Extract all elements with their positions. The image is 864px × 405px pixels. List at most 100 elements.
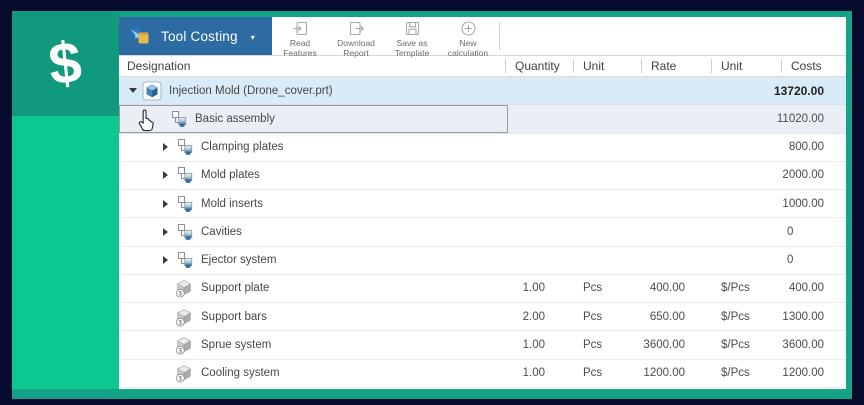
table-row[interactable]: Mold plates 2000.00 bbox=[119, 161, 846, 191]
row-label: Mold inserts bbox=[201, 197, 263, 210]
expand-arrow-icon[interactable] bbox=[157, 143, 173, 152]
dollar-symbol: $ bbox=[45, 28, 85, 98]
rate-unit-cell bbox=[711, 247, 781, 274]
component-icon: $ bbox=[173, 335, 195, 355]
rate-unit-cell: $/Pcs bbox=[721, 367, 750, 380]
unit-cell bbox=[573, 190, 641, 217]
expand-arrow-icon[interactable] bbox=[157, 227, 173, 236]
download-report-button[interactable]: Download Report bbox=[328, 17, 384, 58]
row-label: Basic assembly bbox=[195, 112, 275, 125]
assembly-icon bbox=[173, 223, 195, 241]
table-row[interactable]: Cavities 0 bbox=[119, 218, 846, 247]
row-label: Cooling system bbox=[201, 367, 280, 380]
rate-unit-cell bbox=[711, 105, 781, 132]
costs-cell: 13720.00 bbox=[773, 83, 824, 98]
expand-arrow-icon[interactable] bbox=[157, 199, 173, 208]
column-header-rate-unit: Unit bbox=[711, 56, 781, 76]
quantity-cell bbox=[505, 190, 573, 217]
costs-cell: 400.00 bbox=[788, 282, 824, 295]
table-row[interactable]: Mold inserts 1000.00 bbox=[119, 190, 846, 219]
table-row[interactable]: Clamping plates 800.00 bbox=[119, 133, 846, 162]
row-label: Mold plates bbox=[201, 169, 260, 182]
table-row[interactable]: Ejector system 0 bbox=[119, 246, 846, 275]
rate-unit-cell bbox=[711, 134, 781, 161]
rate-cell bbox=[641, 190, 711, 217]
designation-cell: Basic assembly bbox=[119, 105, 505, 132]
column-header-rate: Rate bbox=[641, 56, 711, 76]
new-calculation-icon bbox=[460, 20, 477, 37]
rate-cell: 400.00 bbox=[649, 282, 685, 295]
designation-cell: Mold plates bbox=[119, 162, 505, 189]
rate-cell: 1200.00 bbox=[643, 367, 685, 380]
rate-unit-cell: $/Pcs bbox=[721, 310, 750, 323]
row-label: Sprue system bbox=[201, 339, 272, 352]
quantity-cell bbox=[505, 77, 573, 104]
row-label: Ejector system bbox=[201, 254, 277, 267]
quantity-cell: 1.00 bbox=[522, 339, 545, 352]
unit-cell: Pcs bbox=[583, 367, 603, 380]
costs-cell: 800.00 bbox=[788, 141, 824, 154]
costs-cell: 1200.00 bbox=[782, 367, 824, 380]
app-title: Tool Costing bbox=[161, 28, 238, 44]
table-row[interactable]: $ Support bars 2.00 Pcs 650.00 $/Pcs 1300.00 bbox=[119, 303, 846, 332]
rate-cell: 650.00 bbox=[649, 310, 685, 323]
hand-cursor-icon bbox=[135, 106, 159, 132]
read-features-button[interactable]: Read Features bbox=[272, 17, 328, 58]
component-icon: $ bbox=[173, 363, 195, 383]
collapse-arrow-icon[interactable] bbox=[125, 88, 141, 94]
rate-cell bbox=[641, 77, 711, 104]
unit-cell bbox=[573, 134, 641, 161]
tool-costing-menu-button[interactable]: Tool Costing ▾ bbox=[119, 17, 272, 55]
unit-cell: Pcs bbox=[583, 339, 603, 352]
quantity-cell: 1.00 bbox=[522, 282, 545, 295]
component-icon: $ bbox=[173, 307, 195, 327]
costs-cell: 0 bbox=[787, 225, 794, 238]
rate-cell bbox=[641, 247, 711, 274]
designation-cell: $ Support plate bbox=[119, 275, 505, 302]
row-label: Cavities bbox=[201, 225, 242, 238]
costs-cell: 0 bbox=[787, 254, 794, 267]
designation-cell: Cavities bbox=[119, 218, 505, 245]
table-row[interactable]: Basic assembly 11020.00 bbox=[119, 105, 846, 134]
quantity-cell bbox=[505, 218, 573, 245]
toolbar-separator bbox=[499, 22, 500, 50]
quantity-cell bbox=[505, 134, 573, 161]
expand-arrow-icon[interactable] bbox=[157, 171, 173, 180]
row-label: Injection Mold (Drone_cover.prt) bbox=[169, 84, 333, 97]
designation-cell: $ Support bars bbox=[119, 303, 505, 330]
part-icon bbox=[141, 81, 163, 101]
new-calculation-button[interactable]: New calculation bbox=[440, 17, 496, 58]
assembly-icon bbox=[173, 251, 195, 269]
quantity-cell bbox=[505, 162, 573, 189]
component-icon: $ bbox=[173, 278, 195, 298]
row-label: Clamping plates bbox=[201, 141, 284, 154]
quantity-cell bbox=[505, 105, 573, 132]
rate-unit-cell bbox=[711, 218, 781, 245]
unit-cell: Pcs bbox=[583, 282, 603, 295]
save-as-template-button[interactable]: Save as Template bbox=[384, 17, 440, 58]
read-features-icon bbox=[292, 20, 309, 37]
toolbar: Tool Costing ▾ Read Features Download Repor… bbox=[119, 17, 846, 58]
rate-unit-cell: $/Pcs bbox=[721, 282, 750, 295]
designation-cell: $ Sprue system bbox=[119, 331, 505, 358]
rate-cell bbox=[641, 162, 711, 189]
table-row[interactable]: Injection Mold (Drone_cover.prt) 13720.00 bbox=[119, 77, 846, 106]
expand-arrow-icon[interactable] bbox=[157, 256, 173, 265]
assembly-icon bbox=[173, 166, 195, 184]
download-report-icon bbox=[348, 20, 365, 37]
costs-cell: 1300.00 bbox=[782, 310, 824, 323]
frame-strip-bottom bbox=[12, 389, 852, 399]
rate-cell bbox=[641, 105, 711, 132]
table-header: Designation Quantity Unit Rate Unit Cost… bbox=[119, 56, 846, 77]
rate-unit-cell bbox=[711, 190, 781, 217]
table-row[interactable]: $ Sprue system 1.00 Pcs 3600.00 $/Pcs 3600.00 bbox=[119, 331, 846, 360]
unit-cell bbox=[573, 162, 641, 189]
table-row[interactable]: $ Cooling system 1.00 Pcs 1200.00 $/Pcs 1200.0… bbox=[119, 359, 846, 388]
designation-cell: Injection Mold (Drone_cover.prt) bbox=[119, 77, 505, 104]
rate-unit-cell bbox=[711, 162, 781, 189]
table-row[interactable]: $ Support plate 1.00 Pcs 400.00 $/Pcs 400.00 bbox=[119, 274, 846, 304]
costs-cell: 1000.00 bbox=[782, 197, 824, 210]
designation-cell: Clamping plates bbox=[119, 134, 505, 161]
rate-cell bbox=[641, 218, 711, 245]
designation-cell: Mold inserts bbox=[119, 190, 505, 217]
